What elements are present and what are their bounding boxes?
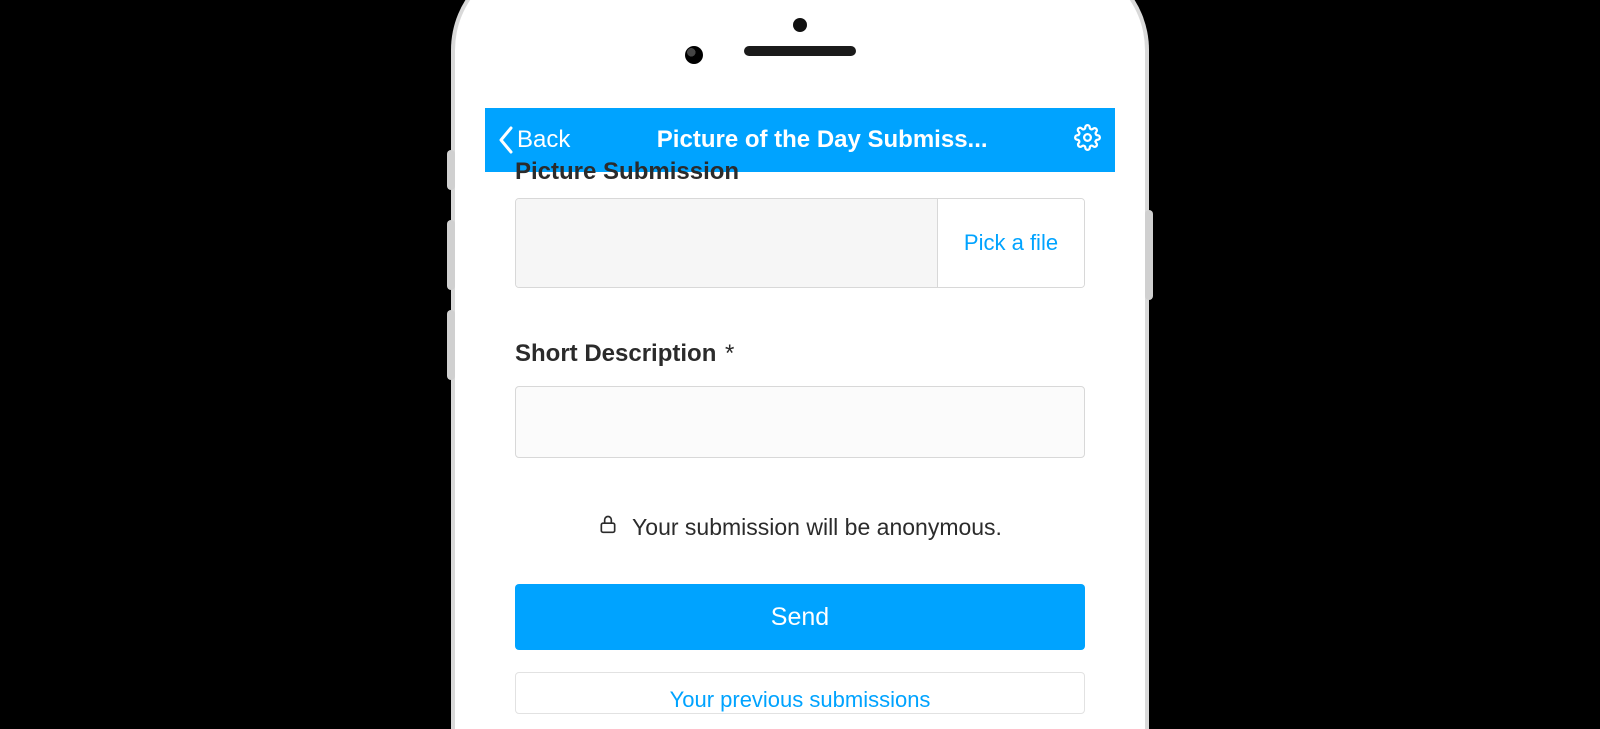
settings-button[interactable] <box>1074 124 1101 156</box>
send-button[interactable]: Send <box>515 584 1085 650</box>
front-camera-icon <box>685 46 703 64</box>
back-button[interactable]: Back <box>499 126 570 154</box>
phone-side-button <box>447 310 455 380</box>
phone-screen: Back Picture of the Day Submiss... Pictu… <box>485 96 1115 729</box>
file-picker-row: Pick a file <box>515 198 1085 288</box>
anonymous-notice: Your submission will be anonymous. <box>515 512 1085 542</box>
phone-frame: Back Picture of the Day Submiss... Pictu… <box>455 0 1145 729</box>
back-label: Back <box>517 126 570 154</box>
pick-file-button[interactable]: Pick a file <box>938 199 1084 287</box>
phone-sensor-bar <box>485 0 1115 96</box>
phone-side-button <box>447 220 455 290</box>
gear-icon <box>1074 138 1101 155</box>
status-bar <box>485 96 1115 108</box>
proximity-sensor-icon <box>793 18 807 32</box>
chevron-left-icon <box>499 126 513 154</box>
file-display-field[interactable] <box>516 199 938 287</box>
speaker-icon <box>744 46 856 56</box>
lock-icon <box>598 512 618 542</box>
anonymous-text: Your submission will be anonymous. <box>632 514 1002 541</box>
short-description-label: Short Description * <box>515 340 1085 368</box>
page-title: Picture of the Day Submiss... <box>578 126 1066 154</box>
form-body: Picture Submission Pick a file Short Des… <box>485 158 1115 714</box>
previous-submissions-button[interactable]: Your previous submissions <box>515 672 1085 714</box>
picture-submission-label: Picture Submission <box>515 158 1085 186</box>
phone-side-button <box>1145 210 1153 300</box>
short-description-label-text: Short Description <box>515 340 716 367</box>
short-description-input[interactable] <box>515 386 1085 458</box>
phone-side-button <box>447 150 455 190</box>
required-mark: * <box>725 340 734 367</box>
